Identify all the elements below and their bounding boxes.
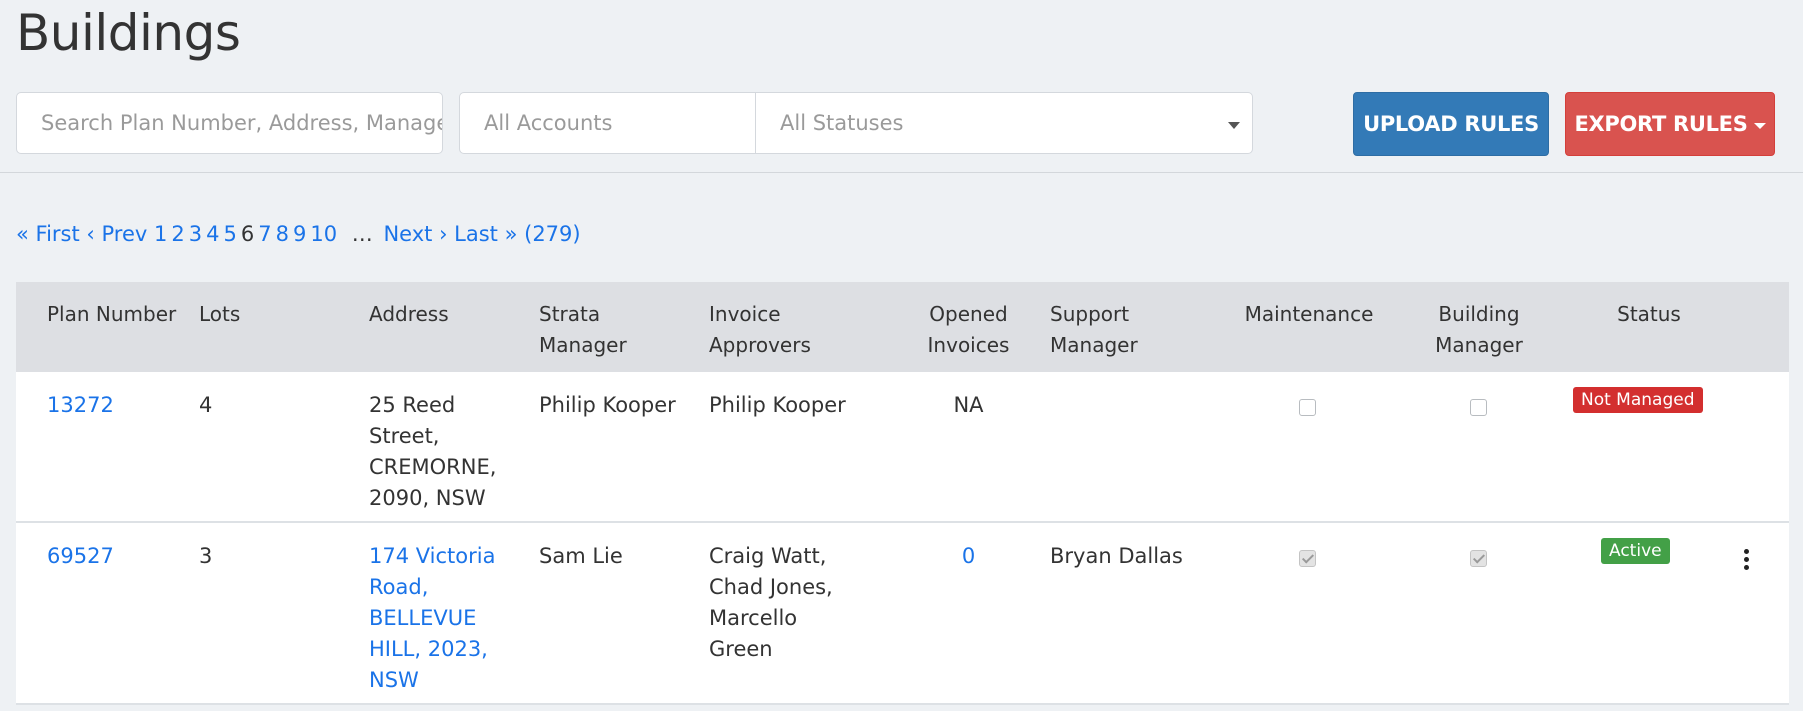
table-header: Plan Number Lots Address Strata Manager I… (16, 282, 1789, 372)
opened-invoices-value: NA (953, 393, 984, 417)
status-badge: Not Managed (1573, 387, 1703, 413)
export-rules-button[interactable]: EXPORT RULES (1565, 92, 1775, 156)
col-status[interactable]: Status (1564, 299, 1734, 330)
caret-down-icon (1753, 123, 1766, 129)
more-vertical-icon[interactable] (1744, 549, 1750, 573)
strata-manager: Sam Lie (539, 544, 623, 568)
divider (0, 172, 1803, 173)
upload-rules-button[interactable]: UPLOAD RULES (1353, 92, 1549, 156)
statuses-select-value: All Statuses (780, 111, 904, 135)
buildings-table: Plan Number Lots Address Strata Manager I… (16, 282, 1789, 705)
caret-down-icon (1228, 122, 1240, 129)
col-lots[interactable]: Lots (199, 299, 240, 330)
filter-toolbar: Search Plan Number, Address, Manager All… (0, 92, 1803, 156)
lots-value: 3 (199, 544, 213, 568)
lots-value: 4 (199, 393, 213, 417)
col-maintenance[interactable]: Maintenance (1219, 299, 1399, 330)
col-plan-number[interactable]: Plan Number (47, 299, 176, 330)
address-text: 25 Reed Street, CREMORNE, 2090, NSW (369, 393, 497, 510)
page-number-link[interactable]: 7 (258, 222, 271, 246)
col-strata-manager[interactable]: Strata Manager (539, 299, 627, 361)
plan-number-link[interactable]: 69527 (47, 541, 114, 572)
page-number-link[interactable]: 5 (223, 222, 236, 246)
page-ellipsis: … (351, 222, 373, 246)
col-opened-invoices[interactable]: Opened Invoices (896, 299, 1041, 361)
page-number-link[interactable]: 8 (276, 222, 289, 246)
table-row: 69527 3 174 Victoria Road, BELLEVUE HILL… (16, 523, 1789, 705)
col-address[interactable]: Address (369, 299, 449, 330)
page-number-link[interactable]: 9 (293, 222, 306, 246)
pagination: « First ‹ Prev 1 2 3 4 5 6 7 8 9 10 … Next › Last… (16, 222, 581, 246)
export-rules-label: EXPORT RULES (1574, 112, 1748, 136)
page-total-count[interactable]: (279) (524, 222, 580, 246)
page-prev-link[interactable]: ‹ Prev (86, 222, 147, 246)
accounts-select[interactable]: All Accounts (459, 92, 756, 154)
opened-invoices-link[interactable]: 0 (896, 541, 1041, 572)
col-support-manager[interactable]: Support Manager (1050, 299, 1138, 361)
col-building-manager[interactable]: Building Manager (1404, 299, 1554, 361)
table-row: 13272 4 25 Reed Street, CREMORNE, 2090, … (16, 372, 1789, 523)
page-title: Buildings (16, 4, 241, 62)
page-number-link[interactable]: 10 (310, 222, 337, 246)
page-next-link[interactable]: Next › (383, 222, 447, 246)
page-number-link[interactable]: 4 (206, 222, 219, 246)
maintenance-checkbox[interactable] (1299, 399, 1316, 416)
page-number-link[interactable]: 1 (154, 222, 167, 246)
address-link[interactable]: 174 Victoria Road, BELLEVUE HILL, 2023, … (369, 541, 495, 696)
strata-manager: Philip Kooper (539, 393, 676, 417)
invoice-approvers: Craig Watt, Chad Jones, Marcello Green (709, 544, 833, 661)
building-manager-checkbox[interactable] (1470, 399, 1487, 416)
page-number-link[interactable]: 2 (171, 222, 184, 246)
upload-rules-label: UPLOAD RULES (1363, 112, 1539, 136)
statuses-select[interactable]: All Statuses (755, 92, 1253, 154)
maintenance-checkbox[interactable] (1299, 550, 1316, 567)
page-last-link[interactable]: Last » (454, 222, 517, 246)
col-invoice-approvers[interactable]: Invoice Approvers (709, 299, 811, 361)
page-current: 6 (240, 222, 255, 246)
building-manager-checkbox[interactable] (1470, 550, 1487, 567)
page-numbers: 1 2 3 4 5 6 7 8 9 10 (154, 222, 341, 246)
support-manager: Bryan Dallas (1050, 544, 1183, 568)
page-first-link[interactable]: « First (16, 222, 80, 246)
search-input[interactable]: Search Plan Number, Address, Manager (16, 92, 443, 154)
invoice-approvers: Philip Kooper (709, 393, 846, 417)
page-number-link[interactable]: 3 (189, 222, 202, 246)
status-badge: Active (1601, 538, 1670, 564)
plan-number-link[interactable]: 13272 (47, 390, 114, 421)
